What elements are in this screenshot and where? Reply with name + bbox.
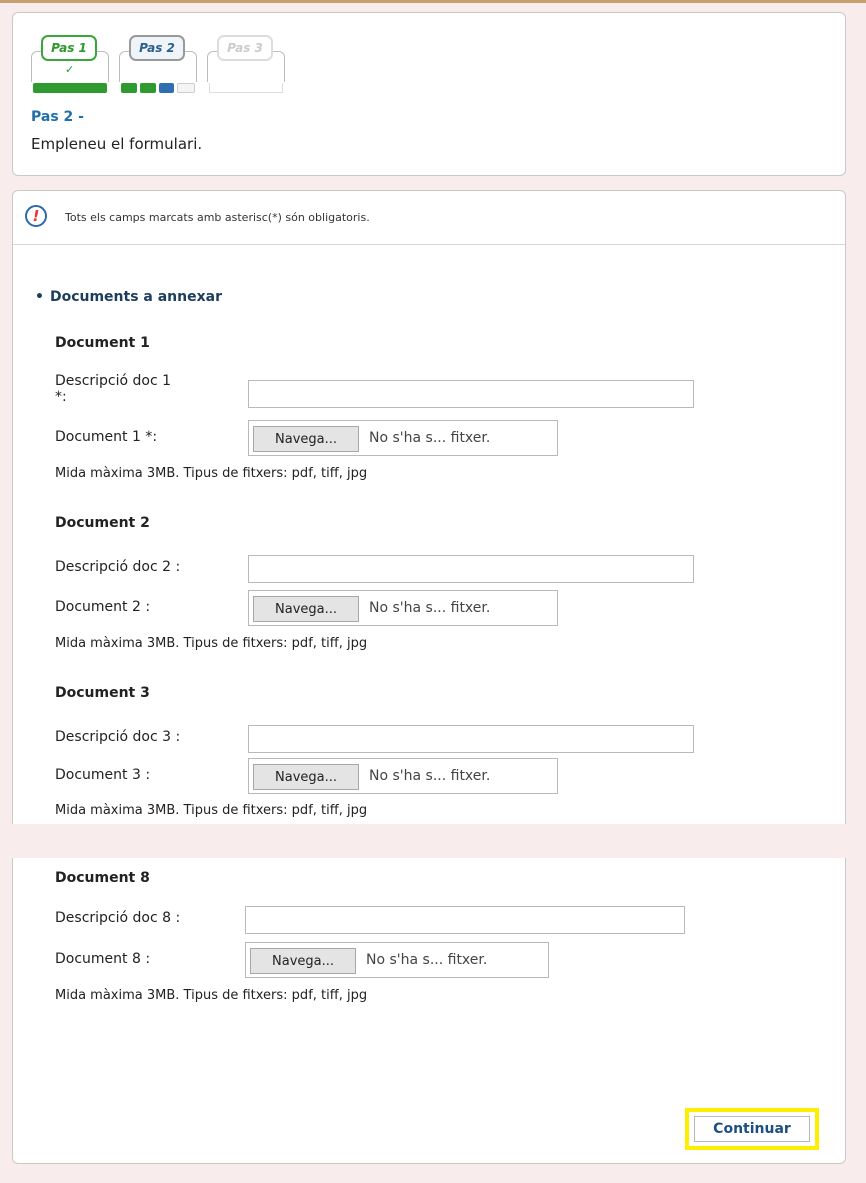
document-3-file-label: Document 3 : [55,767,151,783]
document-8-title: Document 8 [55,870,150,886]
step-3: Pas 3 [207,35,285,93]
document-3-desc-label: Descripció doc 3 : [55,729,181,745]
document-3-browse-button[interactable]: Navega... [253,764,359,790]
continue-highlight: Continuar [685,1108,819,1150]
document-2-file-input[interactable]: Navega... No s'ha s... fitxer. [248,590,558,626]
document-8-file-label: Document 8 : [55,951,151,967]
step-2: Pas 2 [119,35,197,93]
continue-button[interactable]: Continuar [694,1116,810,1142]
step-3-label: Pas 3 [217,35,273,61]
document-3-file-input[interactable]: Navega... No s'ha s... fitxer. [248,758,558,794]
document-2-desc-label: Descripció doc 2 : [55,559,181,575]
step-3-progress-bar [209,83,283,93]
document-1-file-status: No s'ha s... fitxer. [369,430,491,446]
document-3-title: Document 3 [55,685,150,701]
document-2-browse-button[interactable]: Navega... [253,596,359,622]
section-title: Documents a annexar [35,289,222,305]
step-2-progress-bar [121,83,195,93]
document-8-description-input[interactable] [245,906,685,934]
document-1-browse-button[interactable]: Navega... [253,426,359,452]
document-2-description-input[interactable] [248,555,694,583]
top-accent-line [0,0,866,3]
document-2-file-status: No s'ha s... fitxer. [369,600,491,616]
progress-steps: Pas 1 ✓ Pas 2 Pas 3 [31,35,311,95]
form-panel-bottom: Document 8 Descripció doc 8 : Document 8… [12,858,846,1164]
document-8-desc-label: Descripció doc 8 : [55,910,181,926]
document-3-description-input[interactable] [248,725,694,753]
document-3-file-status: No s'ha s... fitxer. [369,768,491,784]
document-1-file-label: Document 1 *: [55,429,158,445]
document-1-title: Document 1 [55,335,150,351]
check-icon: ✓ [65,63,75,76]
document-1-desc-label: Descripció doc 1 *: [55,373,172,405]
document-8-browse-button[interactable]: Navega... [250,948,356,974]
document-1-description-input[interactable] [248,380,694,408]
exclamation-icon: ! [25,205,47,227]
document-2-hint: Mida màxima 3MB. Tipus de fitxers: pdf, … [55,636,368,651]
document-3-hint: Mida màxima 3MB. Tipus de fitxers: pdf, … [55,803,368,818]
document-8-file-status: No s'ha s... fitxer. [366,952,488,968]
document-8-hint: Mida màxima 3MB. Tipus de fitxers: pdf, … [55,988,368,1003]
step-description: Empleneu el formulari. [31,135,203,153]
document-1-file-input[interactable]: Navega... No s'ha s... fitxer. [248,420,558,456]
required-fields-notice: ! Tots els camps marcats amb asterisc(*)… [13,191,845,245]
step-1-label: Pas 1 [41,35,97,61]
form-panel: ! Tots els camps marcats amb asterisc(*)… [12,190,846,824]
step-heading: Pas 2 - [31,109,84,125]
step-2-label: Pas 2 [129,35,185,61]
steps-panel: Pas 1 ✓ Pas 2 Pas 3 Pas 2 - Empleneu el … [12,12,846,176]
step-1: Pas 1 ✓ [31,35,109,93]
notice-text: Tots els camps marcats amb asterisc(*) s… [65,211,370,224]
document-2-title: Document 2 [55,515,150,531]
document-2-file-label: Document 2 : [55,599,151,615]
document-8-file-input[interactable]: Navega... No s'ha s... fitxer. [245,942,549,978]
step-1-progress-bar [33,83,107,93]
document-1-hint: Mida màxima 3MB. Tipus de fitxers: pdf, … [55,466,368,481]
